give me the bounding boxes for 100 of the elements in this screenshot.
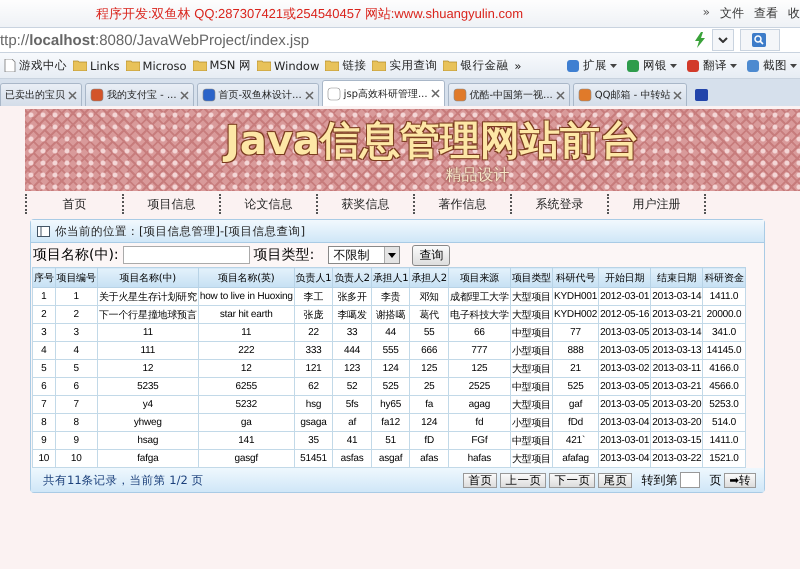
table-cell: hsg <box>294 396 333 414</box>
lightning-icon[interactable] <box>694 32 706 48</box>
column-header: 开始日期 <box>598 268 651 288</box>
site-icon <box>578 88 592 102</box>
table-cell: 5fs <box>332 396 372 414</box>
dropdown-button[interactable] <box>712 29 734 51</box>
toolbar-button[interactable]: 扩展 <box>566 58 617 73</box>
site-subtitle: 精品设计 <box>444 165 510 186</box>
table-cell: 小型项目 <box>510 342 552 360</box>
page-button[interactable]: 上一页 <box>500 472 546 488</box>
column-header: 负责人1 <box>294 268 333 288</box>
bookmark-item[interactable]: Window <box>257 58 320 72</box>
menu-item[interactable]: 收 <box>788 5 800 22</box>
browser-tab[interactable]: 我的支付宝 - ... <box>85 83 194 106</box>
page-button[interactable]: 下一页 <box>549 472 596 488</box>
bookmark-item[interactable]: 银行金融 <box>443 58 508 73</box>
table-cell: 2012-03-01 <box>598 288 651 306</box>
browser-tab[interactable]: 已卖出的宝贝 <box>0 83 82 106</box>
table-cell: 2013-03-13 <box>650 342 703 360</box>
table-cell: 66 <box>448 324 510 342</box>
column-header: 项目编号 <box>55 268 98 288</box>
browser-tab[interactable]: 优酷-中国第一视... <box>448 83 570 106</box>
go-button[interactable]: ➡转 <box>724 472 756 488</box>
page-button[interactable]: 尾页 <box>598 472 632 488</box>
toolbar-button[interactable]: 截图 <box>746 58 797 73</box>
table-cell: 大型项目 <box>510 396 552 414</box>
tab-title: 我的支付宝 - ... <box>107 88 177 102</box>
toolbar-button[interactable]: 翻译 <box>686 58 737 73</box>
window-icon <box>37 226 50 236</box>
table-cell: 2013-03-15 <box>650 432 703 450</box>
site-icon <box>202 88 216 102</box>
table-cell: afafag <box>552 450 599 468</box>
table-cell: 李工 <box>294 288 333 306</box>
table-cell: 124 <box>371 360 410 378</box>
nav-link[interactable]: 著作信息 <box>413 194 510 214</box>
query-button[interactable]: 查询 <box>412 244 450 266</box>
column-header: 项目类型 <box>510 268 552 288</box>
caret-icon <box>730 64 737 68</box>
table-cell: fa12 <box>371 414 410 432</box>
bookmark-item[interactable]: 链接 <box>325 58 366 73</box>
table-cell: 2013-03-05 <box>598 324 651 342</box>
page-input[interactable] <box>680 472 700 488</box>
input-field[interactable] <box>122 246 250 264</box>
site-icon <box>326 86 341 100</box>
table-cell: 大型项目 <box>510 450 552 468</box>
table-cell: 333 <box>294 342 333 360</box>
nav-link[interactable]: 项目信息 <box>122 194 219 214</box>
table-cell: 124 <box>410 414 448 432</box>
folder-icon <box>443 60 458 71</box>
nav-link[interactable]: 用户注册 <box>607 194 706 214</box>
column-header: 项目来源 <box>448 268 510 288</box>
tab-title: jsp高效科研管理... <box>344 88 428 100</box>
close-icon[interactable] <box>180 90 189 100</box>
browser-tab[interactable]: jsp高效科研管理... <box>322 80 445 106</box>
toolbar-button[interactable]: 网银 <box>626 58 677 73</box>
nav-link[interactable]: 获奖信息 <box>316 194 413 214</box>
type-dropdown[interactable]: 不限制 <box>328 246 400 264</box>
caret-icon <box>718 37 728 43</box>
close-icon[interactable] <box>673 90 682 100</box>
site-icon[interactable] <box>694 88 708 102</box>
table-cell: fD <box>410 432 448 450</box>
bookmark-item[interactable]: 实用查询 <box>372 58 438 73</box>
column-header: 承担人2 <box>410 268 448 288</box>
table-cell: hafas <box>448 450 510 468</box>
close-icon[interactable] <box>556 90 565 100</box>
search-button[interactable] <box>740 29 780 51</box>
chevron-button[interactable]: » <box>702 5 710 22</box>
table-cell: 341.0 <box>702 324 746 342</box>
bookmark-item[interactable]: Links <box>73 58 120 72</box>
bookmark-item[interactable]: 游戏中心 <box>4 58 67 73</box>
page-button[interactable]: 首页 <box>463 472 498 488</box>
close-icon[interactable] <box>304 90 314 100</box>
table-cell: 5232 <box>198 396 294 414</box>
table-cell: 121 <box>294 360 333 378</box>
bookmark-item[interactable]: MSN 网 <box>192 58 252 73</box>
table-cell: 中型项目 <box>510 432 552 450</box>
table-cell: 11 <box>97 324 198 342</box>
bookmark-item[interactable]: Microso <box>126 58 187 72</box>
menu-item[interactable]: 文件 <box>720 5 744 22</box>
browser-tab[interactable]: 首页-双鱼林设计... <box>196 83 319 106</box>
browser-tab[interactable]: QQ邮箱 - 中转站 <box>572 83 688 106</box>
table-cell: 5 <box>32 360 56 378</box>
table-cell: 12 <box>97 360 198 378</box>
table-cell: 666 <box>410 342 448 360</box>
more-bookmarks-button[interactable]: » <box>514 58 522 72</box>
table-cell: 2013-03-20 <box>650 396 703 414</box>
nav-link[interactable]: 系统登录 <box>510 194 607 214</box>
caret-icon <box>610 64 617 68</box>
nav-link[interactable]: 首页 <box>25 194 122 214</box>
table-cell: y4 <box>97 396 198 414</box>
menu-item[interactable]: 查看 <box>754 5 778 22</box>
table-cell: 20000.0 <box>702 306 746 324</box>
close-icon[interactable] <box>430 89 440 98</box>
tool-icon <box>686 58 700 72</box>
table-cell: star hit earth <box>198 306 294 324</box>
table-cell: 35 <box>294 432 333 450</box>
table-cell: 谢搭噶 <box>371 306 410 324</box>
table-cell: 成都理工大学 <box>448 288 510 306</box>
close-icon[interactable] <box>68 90 77 100</box>
nav-link[interactable]: 论文信息 <box>219 194 316 214</box>
